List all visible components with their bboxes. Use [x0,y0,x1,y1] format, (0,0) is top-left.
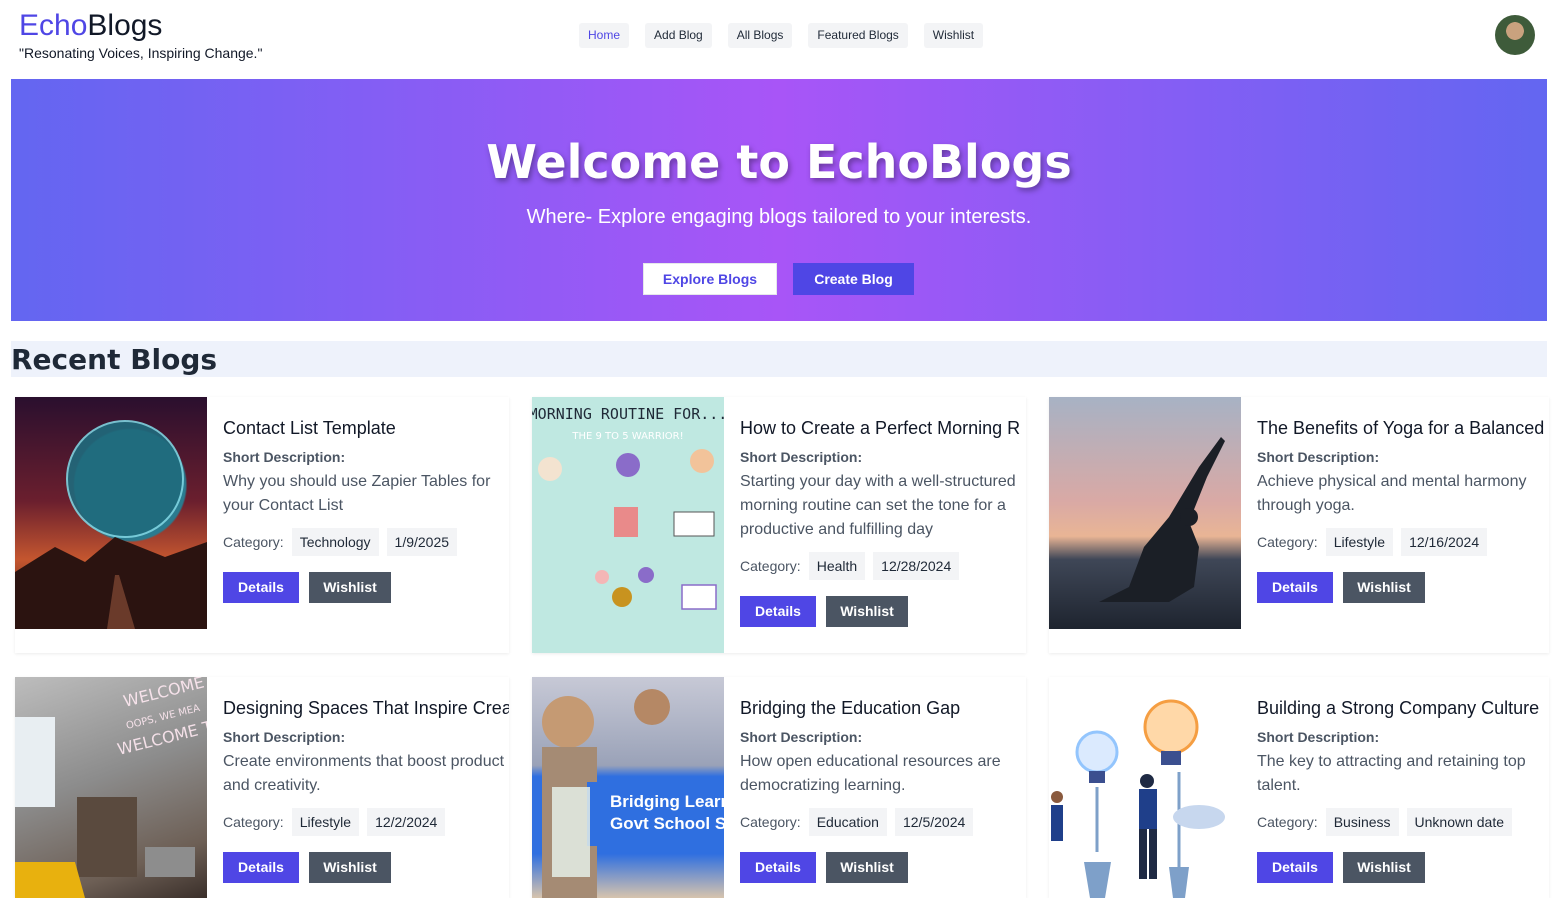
category-label: Category: [1257,814,1318,830]
category-badge: Education [808,808,887,836]
wishlist-button[interactable]: Wishlist [1343,852,1425,883]
wishlist-button[interactable]: Wishlist [826,852,908,883]
hero-actions: Explore Blogs Create Blog [643,263,914,295]
blog-title[interactable]: Designing Spaces That Inspire Crea [223,697,509,719]
details-button[interactable]: Details [223,572,299,603]
site-header: EchoBlogs "Resonating Voices, Inspiring … [0,0,1561,79]
blog-description: The key to attracting and retaining top … [1257,753,1526,794]
wishlist-button[interactable]: Wishlist [309,852,391,883]
blog-thumbnail[interactable]: Bridging Learn Govt School St [532,677,724,898]
short-desc-label: Short Description: [1257,449,1380,465]
site-tagline: "Resonating Voices, Inspiring Change." [19,45,263,61]
date-badge: 1/9/2025 [386,528,458,556]
hero-subtitle: Where- Explore engaging blogs tailored t… [526,206,1032,228]
nav-all-blogs[interactable]: All Blogs [727,23,793,48]
blog-description: How open educational resources are democ… [740,753,1001,794]
details-button[interactable]: Details [740,852,816,883]
details-button[interactable]: Details [1257,852,1333,883]
blog-card: MORNING ROUTINE FOR... THE 9 TO 5 WARRIO… [532,397,1026,653]
nav-home[interactable]: Home [579,23,630,48]
category-label: Category: [223,534,284,550]
blog-card: Building a Strong Company Culture Short … [1049,677,1549,898]
explore-blogs-button[interactable]: Explore Blogs [643,263,777,295]
details-button[interactable]: Details [1257,572,1333,603]
nav-add-blog[interactable]: Add Blog [645,23,712,48]
blog-card: Contact List Template Short Description:… [15,397,509,653]
nav-wishlist[interactable]: Wishlist [923,23,984,48]
blog-thumbnail[interactable] [1049,397,1241,629]
blog-title[interactable]: Building a Strong Company Culture [1257,697,1549,719]
create-blog-button[interactable]: Create Blog [793,263,914,295]
details-button[interactable]: Details [223,852,299,883]
category-badge: Health [808,552,866,580]
section-title: Recent Blogs [11,343,218,376]
category-badge: Business [1325,808,1399,836]
hero-title: Welcome to EchoBlogs [486,135,1072,189]
blog-description: Why you should use Zapier Tables for you… [223,473,491,514]
blog-card: Bridging Learn Govt School St Bridging t… [532,677,1026,898]
blog-title[interactable]: The Benefits of Yoga for a Balanced [1257,417,1549,439]
category-label: Category: [1257,534,1318,550]
blog-description: Starting your day with a well-structured… [740,473,1016,538]
wishlist-button[interactable]: Wishlist [826,596,908,627]
date-badge: 12/16/2024 [1401,528,1488,556]
blog-thumbnail[interactable] [1049,677,1241,898]
blog-description: Create environments that boost product a… [223,753,505,794]
svg-text:MORNING ROUTINE FOR...: MORNING ROUTINE FOR... [532,405,724,423]
short-desc-label: Short Description: [223,729,346,745]
blog-thumbnail[interactable] [15,397,207,629]
recent-blogs-header: Recent Blogs [11,341,1547,377]
svg-text:Govt School St: Govt School St [610,814,724,833]
category-badge: Lifestyle [1325,528,1394,556]
category-label: Category: [223,814,284,830]
blog-title[interactable]: How to Create a Perfect Morning R [740,417,1026,439]
svg-text:THE 9 TO 5 WARRIOR!: THE 9 TO 5 WARRIOR! [571,431,683,442]
short-desc-label: Short Description: [740,729,863,745]
short-desc-label: Short Description: [1257,729,1380,745]
category-label: Category: [740,814,801,830]
blog-description: Achieve physical and mental harmony thro… [1257,473,1527,514]
short-desc-label: Short Description: [740,449,863,465]
date-badge: 12/5/2024 [894,808,974,836]
category-label: Category: [740,558,801,574]
site-logo[interactable]: EchoBlogs [19,8,162,44]
blog-card: WELCOME HO OOPS, WE MEA WELCOME TO Desig… [15,677,509,898]
category-badge: Technology [291,528,379,556]
date-badge: 12/2/2024 [367,808,446,836]
user-avatar[interactable] [1495,15,1535,55]
wishlist-button[interactable]: Wishlist [1343,572,1425,603]
wishlist-button[interactable]: Wishlist [309,572,391,603]
svg-text:Bridging Learn: Bridging Learn [610,792,724,811]
blog-thumbnail[interactable]: MORNING ROUTINE FOR... THE 9 TO 5 WARRIO… [532,397,724,653]
nav-featured-blogs[interactable]: Featured Blogs [808,23,908,48]
blog-thumbnail[interactable]: WELCOME HO OOPS, WE MEA WELCOME TO [15,677,207,898]
short-desc-label: Short Description: [223,449,346,465]
main-nav: Home Add Blog All Blogs Featured Blogs W… [579,23,984,48]
category-badge: Lifestyle [291,808,360,836]
date-badge: 12/28/2024 [873,552,960,580]
hero-banner: Welcome to EchoBlogs Where- Explore enga… [11,79,1547,321]
blog-title[interactable]: Contact List Template [223,417,509,439]
blog-title[interactable]: Bridging the Education Gap [740,697,1026,719]
date-badge: Unknown date [1406,808,1513,836]
details-button[interactable]: Details [740,596,816,627]
blog-card: The Benefits of Yoga for a Balanced Shor… [1049,397,1549,653]
